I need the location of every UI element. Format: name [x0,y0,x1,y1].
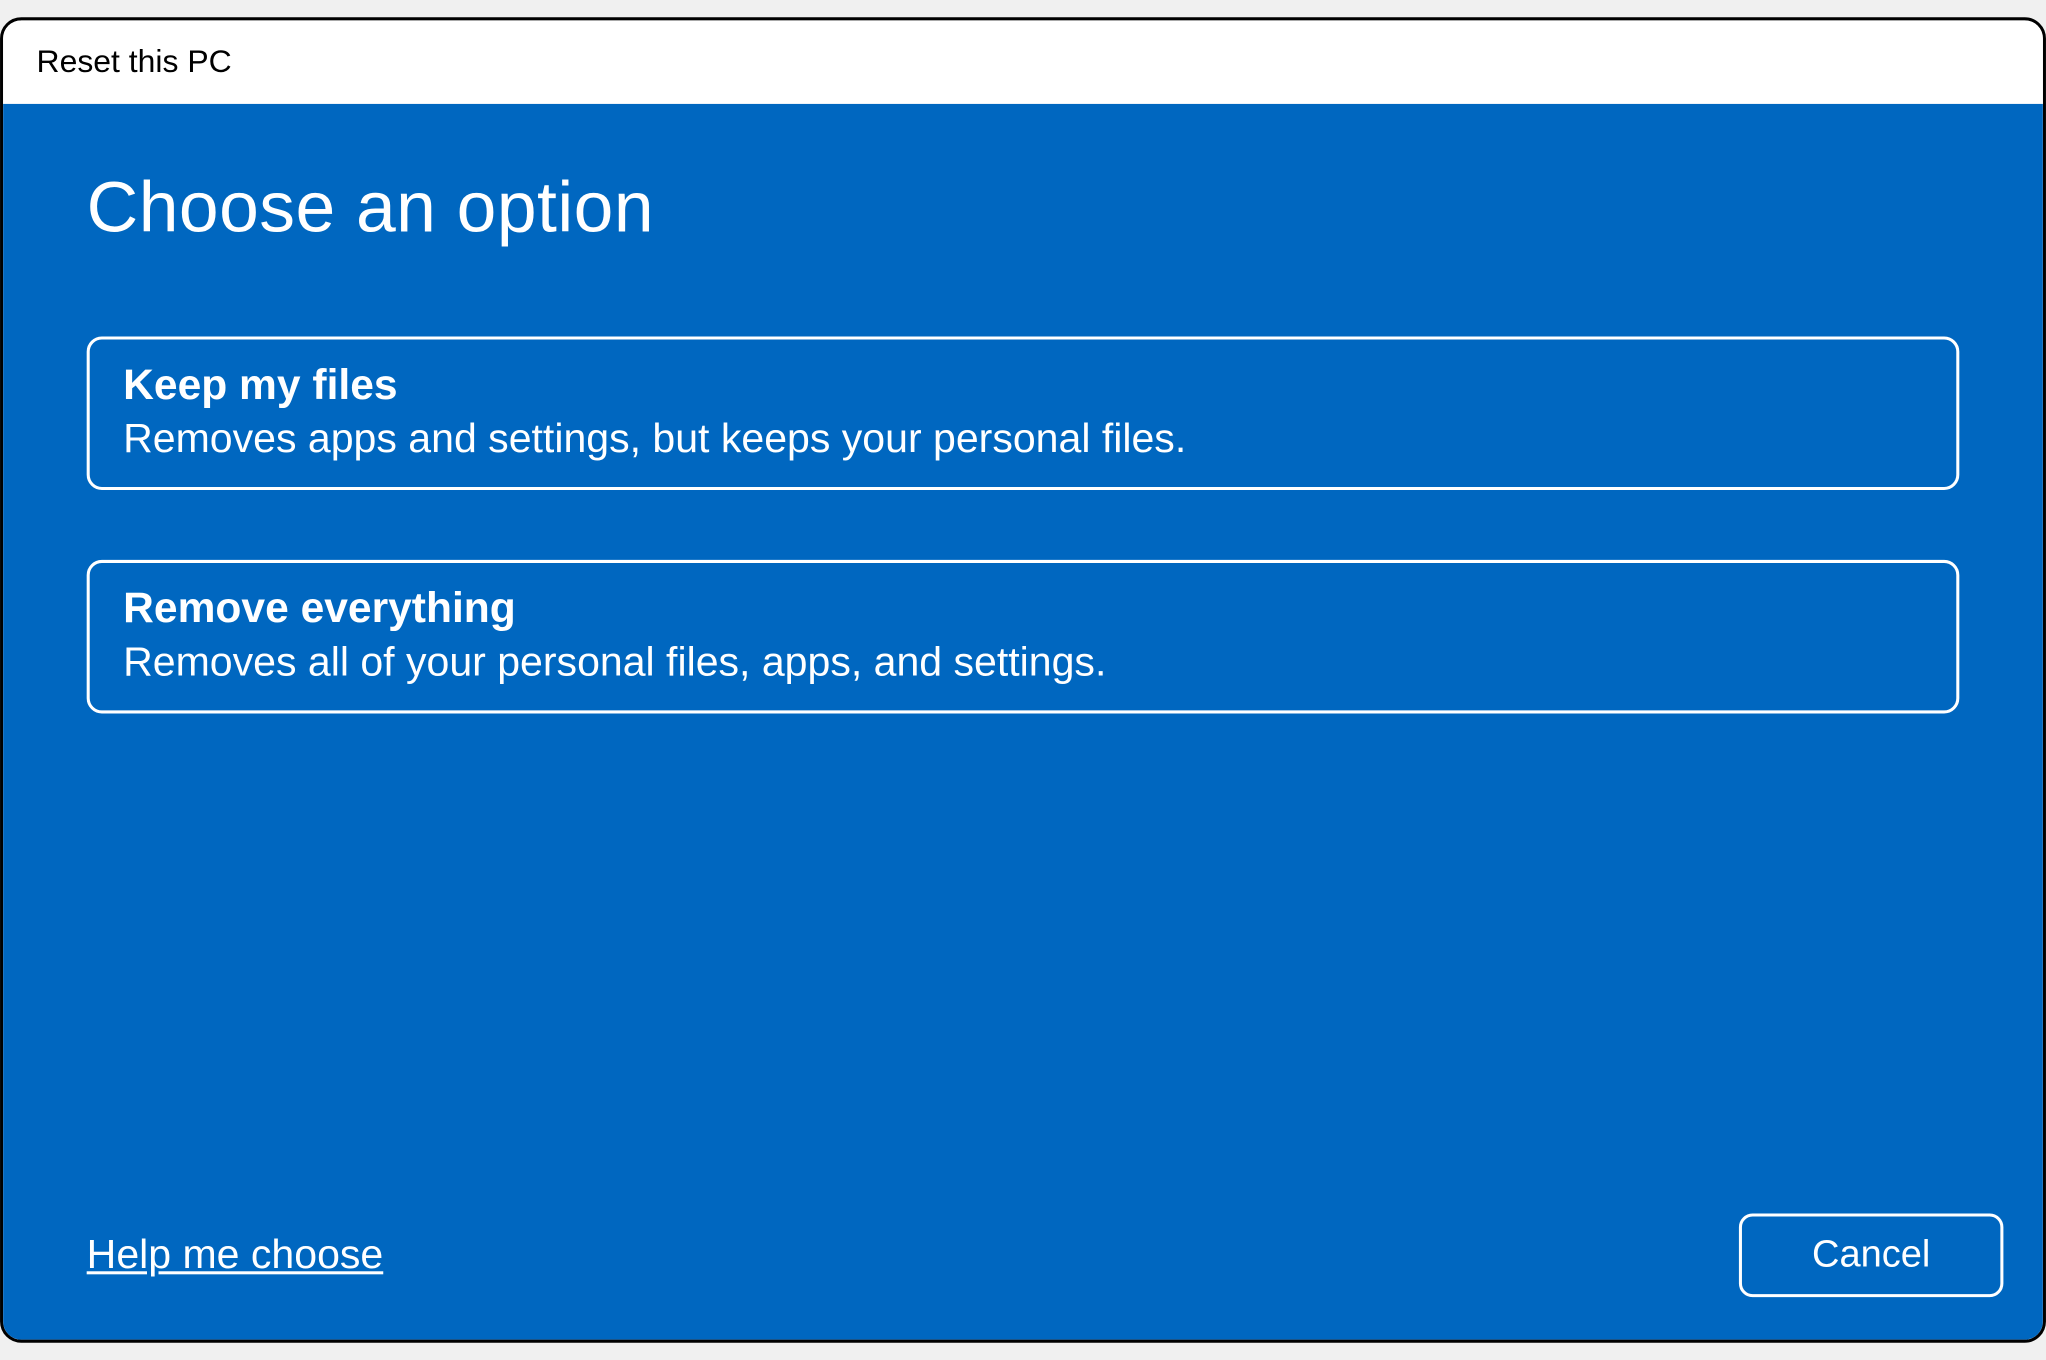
option-description: Removes apps and settings, but keeps you… [123,416,1923,463]
option-title: Remove everything [123,584,1923,633]
options-list: Keep my files Removes apps and settings,… [87,336,1960,713]
option-description: Removes all of your personal files, apps… [123,639,1923,686]
reset-pc-dialog: Reset this PC Choose an option Keep my f… [0,17,2046,1342]
remove-everything-option[interactable]: Remove everything Removes all of your pe… [87,560,1960,714]
titlebar: Reset this PC [3,20,2043,104]
dialog-title: Reset this PC [37,44,232,80]
page-heading: Choose an option [87,165,1960,249]
dialog-footer: Help me choose Cancel [87,1214,2004,1298]
cancel-button[interactable]: Cancel [1739,1214,2003,1298]
dialog-content: Choose an option Keep my files Removes a… [3,104,2043,1340]
help-me-choose-link[interactable]: Help me choose [87,1232,384,1279]
keep-my-files-option[interactable]: Keep my files Removes apps and settings,… [87,336,1960,490]
option-title: Keep my files [123,361,1923,410]
